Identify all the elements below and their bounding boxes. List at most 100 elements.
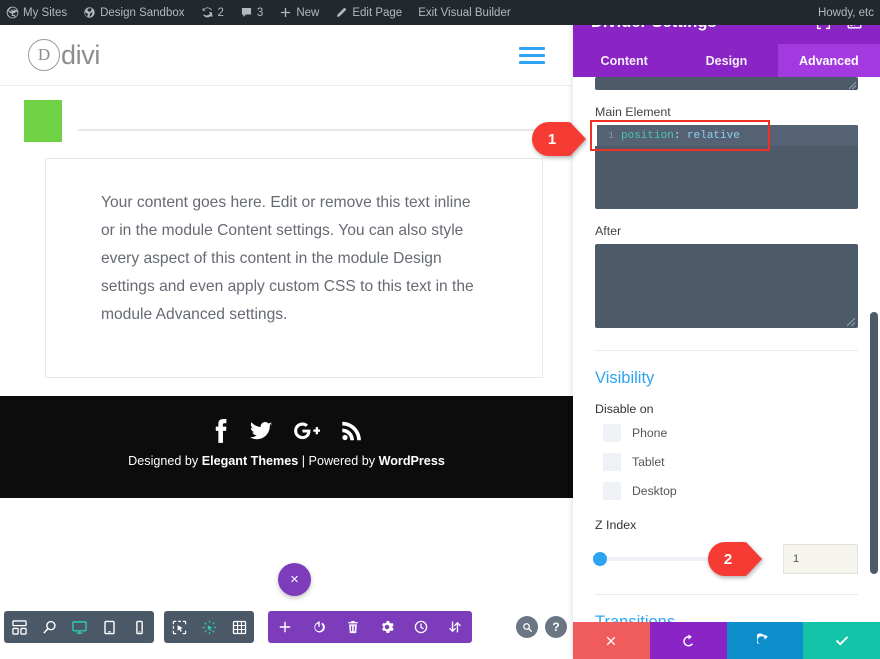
trash-icon[interactable] <box>336 611 370 643</box>
callout-pin-2-label: 2 <box>708 542 748 576</box>
visibility-section-title: Visibility <box>595 369 655 387</box>
divider-line <box>78 129 543 131</box>
builder-toolbar-row: ? <box>0 610 599 648</box>
callout-pin-2: 2 <box>708 542 762 576</box>
grid-mode-icon[interactable] <box>224 611 254 643</box>
text-module[interactable]: Your content goes here. Edit or remove t… <box>45 158 543 378</box>
settings-panel-body: Main Element 1 position: relative After … <box>573 77 880 622</box>
footer-credit-platform[interactable]: WordPress <box>379 454 445 468</box>
gear-settings-icon[interactable] <box>370 611 404 643</box>
previous-css-textarea-clipped[interactable] <box>595 77 858 90</box>
main-element-css-field[interactable]: 1 position: relative <box>595 125 858 209</box>
pencil-icon <box>335 6 348 19</box>
disable-on-label: Disable on <box>595 402 654 416</box>
hamburger-bar <box>519 53 545 57</box>
css-property-token: position <box>621 129 674 142</box>
google-plus-icon[interactable] <box>293 421 320 441</box>
green-color-block <box>24 100 62 142</box>
updates-icon <box>201 6 214 19</box>
adminbar-exit-label: Exit Visual Builder <box>418 6 511 19</box>
site-icon <box>83 6 96 19</box>
code-line-1: 1 position: relative <box>595 125 858 146</box>
divi-logo-text: divi <box>61 39 100 70</box>
tablet-checkbox[interactable] <box>603 453 621 471</box>
text-caret <box>595 125 597 146</box>
adminbar-my-sites[interactable]: My Sites <box>0 0 75 25</box>
footer-credit-brand[interactable]: Elegant Themes <box>202 454 299 468</box>
adminbar-exit-visual-builder[interactable]: Exit Visual Builder <box>410 0 518 25</box>
disable-on-phone-row[interactable]: Phone <box>595 424 858 442</box>
redo-button[interactable] <box>726 622 804 659</box>
phone-view-icon[interactable] <box>124 611 154 643</box>
css-colon-token: : <box>673 129 681 142</box>
zoom-out-view-icon[interactable] <box>34 611 64 643</box>
power-toggle-icon[interactable] <box>302 611 336 643</box>
transitions-section-title: Transitions <box>595 613 676 622</box>
search-help-icon[interactable] <box>516 616 538 638</box>
tab-design[interactable]: Design <box>675 44 777 77</box>
adminbar-new[interactable]: New <box>271 0 327 25</box>
adminbar-edit-page[interactable]: Edit Page <box>327 0 410 25</box>
phone-label: Phone <box>632 426 668 440</box>
tab-content[interactable]: Content <box>573 44 675 77</box>
css-value-token: relative <box>687 129 740 142</box>
disable-on-desktop-row[interactable]: Desktop <box>595 482 858 500</box>
twitter-icon[interactable] <box>249 421 272 441</box>
portability-icon[interactable] <box>438 611 472 643</box>
desktop-checkbox[interactable] <box>603 482 621 500</box>
hamburger-menu-icon[interactable] <box>519 46 545 64</box>
tablet-view-icon[interactable] <box>94 611 124 643</box>
comment-icon <box>240 6 253 19</box>
phone-checkbox[interactable] <box>603 424 621 442</box>
footer-credit-mid: | Powered by <box>298 454 379 468</box>
hover-mode-icon[interactable] <box>194 611 224 643</box>
cancel-button[interactable] <box>573 622 650 659</box>
adminbar-howdy-label: Howdy, etc <box>817 6 874 19</box>
tablet-label: Tablet <box>632 455 665 469</box>
builder-actions-group <box>268 611 472 643</box>
z-index-field[interactable]: 1 <box>783 544 858 574</box>
divi-logo-mark-icon: D <box>28 39 60 71</box>
builder-close-button[interactable]: × <box>278 563 311 596</box>
settings-panel-tabs: Content Design Advanced <box>573 44 880 77</box>
question-help-icon[interactable]: ? <box>545 616 567 638</box>
divider-module-row[interactable] <box>0 86 573 158</box>
footer-credit: Designed by Elegant Themes | Powered by … <box>0 454 573 468</box>
facebook-icon[interactable] <box>213 418 228 444</box>
rss-icon[interactable] <box>341 421 361 441</box>
callout-pin-2-tip <box>746 542 762 576</box>
section-divider <box>595 350 858 351</box>
site-footer: Designed by Elegant Themes | Powered by … <box>0 396 573 498</box>
wordpress-logo-icon <box>6 6 19 19</box>
adminbar-site-name[interactable]: Design Sandbox <box>75 0 192 25</box>
z-index-slider-knob[interactable] <box>593 552 607 566</box>
code-gutter-number: 1 <box>608 130 614 141</box>
text-module-content: Your content goes here. Edit or remove t… <box>101 194 474 323</box>
hamburger-bar <box>519 60 545 64</box>
wp-admin-bar: My Sites Design Sandbox 2 3 New Edit Pag… <box>0 0 880 25</box>
site-logo[interactable]: D divi <box>28 39 100 71</box>
section-divider-2 <box>595 594 858 595</box>
z-index-label: Z Index <box>595 518 637 532</box>
wireframe-view-icon[interactable] <box>4 611 34 643</box>
history-clock-icon[interactable] <box>404 611 438 643</box>
social-icons-row <box>0 414 573 448</box>
desktop-view-icon[interactable] <box>64 611 94 643</box>
builder-help-group: ? <box>516 616 567 638</box>
disable-on-tablet-row[interactable]: Tablet <box>595 453 858 471</box>
adminbar-account[interactable]: Howdy, etc <box>818 7 880 19</box>
after-label: After <box>595 224 622 238</box>
main-element-label: Main Element <box>595 105 671 119</box>
add-section-icon[interactable] <box>268 611 302 643</box>
after-css-field[interactable] <box>595 244 858 328</box>
settings-panel-scrollbar[interactable] <box>870 312 878 574</box>
save-button[interactable] <box>803 622 880 659</box>
adminbar-site-label: Design Sandbox <box>100 6 185 19</box>
adminbar-edit-page-label: Edit Page <box>352 6 403 19</box>
click-mode-icon[interactable] <box>164 611 194 643</box>
undo-button[interactable] <box>649 622 727 659</box>
adminbar-new-label: New <box>296 6 320 19</box>
adminbar-comments[interactable]: 3 <box>232 0 271 25</box>
adminbar-updates[interactable]: 2 <box>193 0 232 25</box>
tab-advanced[interactable]: Advanced <box>777 44 880 77</box>
